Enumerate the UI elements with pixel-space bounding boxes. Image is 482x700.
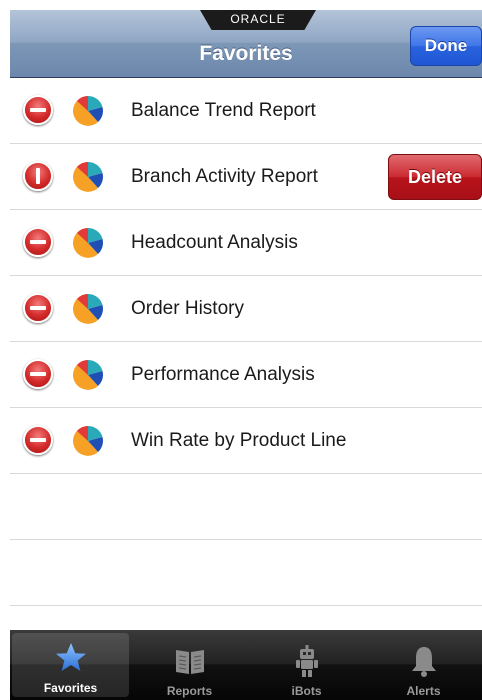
robot-icon — [295, 645, 318, 677]
tab-alerts[interactable]: Alerts — [365, 630, 482, 700]
pie-chart-icon — [73, 425, 103, 456]
favorites-list: Balance Trend Report Branch Activity Rep… — [10, 78, 482, 606]
list-item-label: Order History — [131, 298, 244, 319]
delete-toggle-icon[interactable] — [23, 95, 53, 125]
book-icon — [175, 650, 204, 674]
pie-chart-icon — [73, 359, 103, 390]
tab-ibots[interactable]: iBots — [248, 630, 365, 700]
empty-row — [10, 540, 482, 606]
delete-toggle-icon[interactable] — [23, 227, 53, 257]
delete-toggle-icon[interactable] — [23, 359, 53, 389]
star-icon — [55, 643, 86, 671]
empty-row — [10, 474, 482, 540]
tab-label: Alerts — [406, 684, 441, 698]
bell-icon — [411, 647, 436, 677]
pie-chart-icon — [73, 227, 103, 258]
oracle-logo: ORACLE — [200, 10, 316, 30]
list-item-label: Branch Activity Report — [131, 166, 318, 187]
pie-chart-icon — [73, 161, 103, 192]
tab-label: iBots — [291, 684, 322, 698]
list-item-label: Performance Analysis — [131, 364, 315, 385]
pie-chart-icon — [73, 95, 103, 126]
tab-favorites[interactable]: Favorites — [12, 633, 129, 697]
list-item-label: Headcount Analysis — [131, 232, 298, 253]
list-item[interactable]: Branch Activity Report Delete — [10, 144, 482, 210]
list-item[interactable]: Balance Trend Report — [10, 78, 482, 144]
delete-toggle-icon[interactable] — [23, 293, 53, 323]
list-item[interactable]: Headcount Analysis — [10, 210, 482, 276]
list-item-label: Balance Trend Report — [131, 100, 316, 121]
delete-button[interactable]: Delete — [388, 154, 482, 200]
delete-toggle-icon[interactable] — [23, 161, 53, 191]
list-item[interactable]: Performance Analysis — [10, 342, 482, 408]
pie-chart-icon — [73, 293, 103, 324]
navigation-bar: ORACLE Favorites Done — [10, 10, 482, 78]
list-item[interactable]: Order History — [10, 276, 482, 342]
tab-bar: Favorites Reports iBots Alerts — [10, 630, 482, 700]
tab-label: Reports — [166, 684, 213, 698]
list-item[interactable]: Win Rate by Product Line — [10, 408, 482, 474]
done-button[interactable]: Done — [410, 26, 482, 66]
delete-toggle-icon[interactable] — [23, 425, 53, 455]
tab-reports[interactable]: Reports — [131, 630, 248, 700]
list-item-label: Win Rate by Product Line — [131, 430, 347, 451]
tab-label: Favorites — [43, 681, 98, 695]
